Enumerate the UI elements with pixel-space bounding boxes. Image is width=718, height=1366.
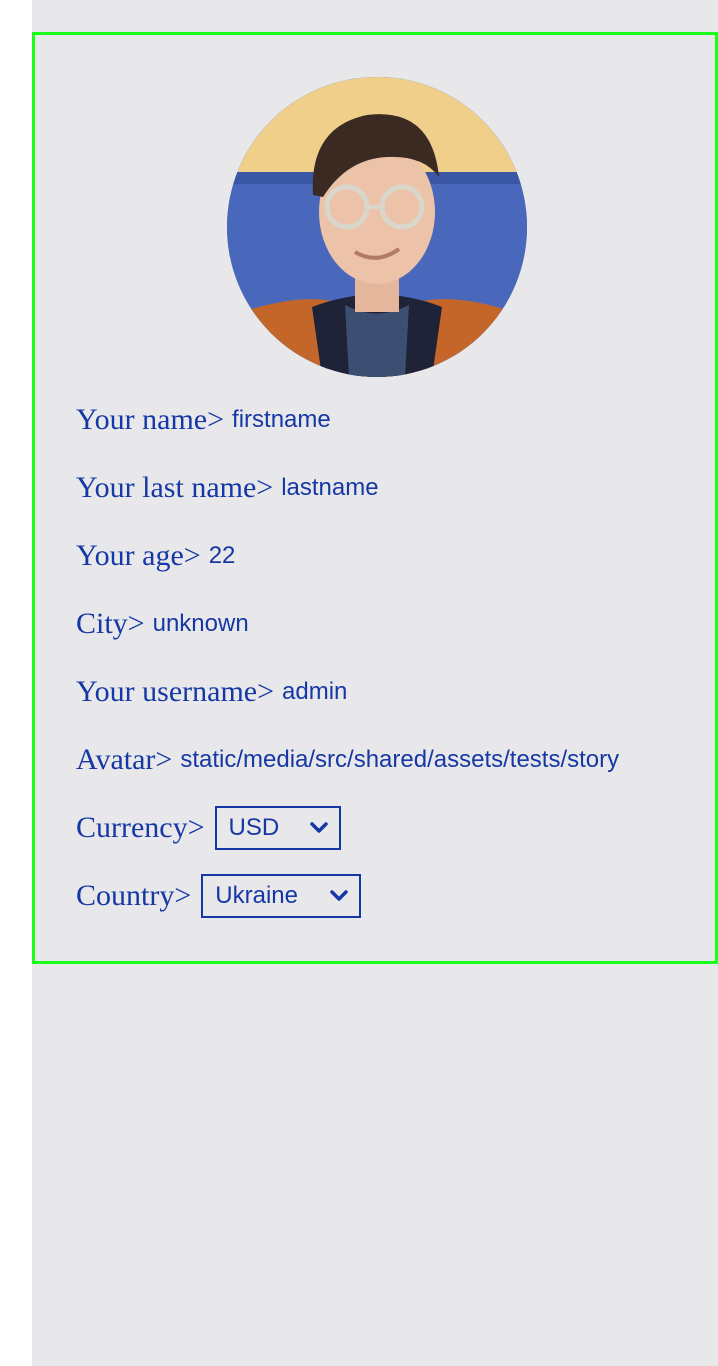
field-row-username: Your username> admin: [76, 672, 347, 712]
avatar: [227, 77, 527, 377]
avatar-label: Avatar>: [76, 743, 173, 776]
lastname-label: Your last name>: [76, 471, 274, 504]
field-row-city: City> unknown: [76, 604, 249, 644]
city-label: City>: [76, 607, 145, 640]
currency-label: Currency>: [76, 811, 205, 844]
country-selected-value: Ukraine: [215, 882, 298, 909]
field-row-age: Your age> 22: [76, 536, 235, 576]
chevron-down-icon: [309, 822, 328, 833]
username-field[interactable]: admin: [282, 678, 347, 706]
currency-selected-value: USD: [228, 814, 280, 841]
field-row-name: Your name> firstname: [76, 400, 331, 440]
profile-card: Your name> firstname Your last name> las…: [32, 32, 718, 964]
age-label: Your age>: [76, 539, 201, 572]
field-row-avatar: Avatar> static/media/src/shared/assets/t…: [76, 740, 666, 780]
field-row-currency: Currency> USD: [76, 806, 341, 850]
name-field[interactable]: firstname: [232, 406, 331, 434]
country-select[interactable]: Ukraine: [201, 874, 362, 918]
lastname-field[interactable]: lastname: [281, 474, 378, 502]
field-row-lastname: Your last name> lastname: [76, 468, 379, 508]
username-label: Your username>: [76, 675, 275, 708]
age-field[interactable]: 22: [209, 542, 236, 570]
currency-select[interactable]: USD: [214, 806, 341, 850]
avatar-image: [227, 77, 527, 377]
avatar-url-field[interactable]: static/media/src/shared/assets/tests/sto…: [180, 746, 666, 774]
chevron-down-icon: [330, 890, 349, 901]
name-label: Your name>: [76, 403, 225, 436]
country-label: Country>: [76, 879, 192, 912]
city-field[interactable]: unknown: [153, 610, 249, 638]
field-row-country: Country> Ukraine: [76, 874, 362, 918]
